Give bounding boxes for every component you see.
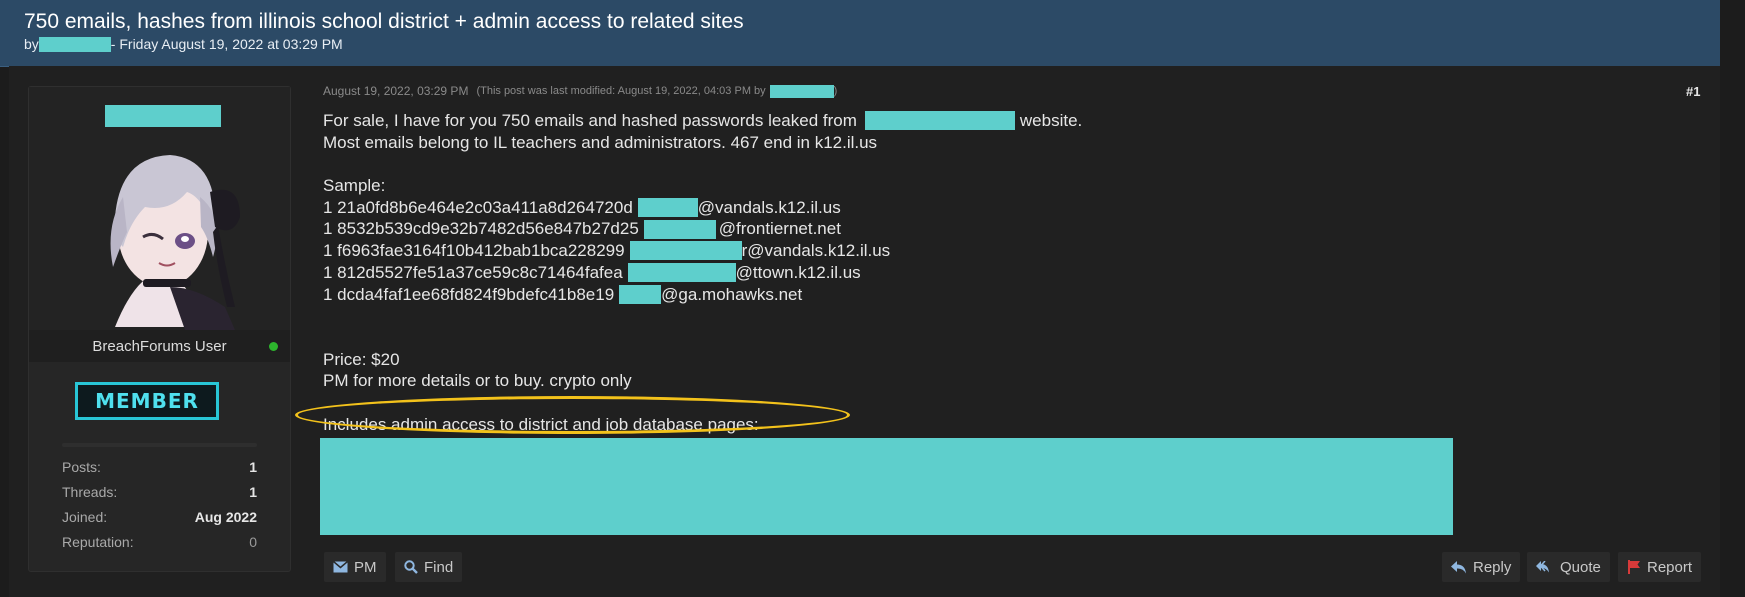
- post-modified-close: ): [833, 85, 838, 97]
- user-title: BreachForums User: [92, 337, 227, 355]
- reply-icon: [1451, 560, 1466, 573]
- post-body: For sale, I have for you 750 emails and …: [323, 110, 1423, 435]
- body-text: website.: [1019, 111, 1083, 130]
- stat-label: Joined:: [62, 509, 108, 525]
- email-redaction: [619, 284, 662, 304]
- body-text: Sample:: [323, 176, 386, 196]
- body-line: Sample:: [323, 175, 1423, 197]
- stat-posts: Posts: 1: [62, 459, 257, 484]
- modified-by-redaction: [769, 84, 834, 98]
- body-text: PM for more details or to buy. crypto on…: [323, 371, 632, 391]
- user-stats: Posts: 1 Threads: 1 Joined: Aug 2022 Rep…: [62, 459, 257, 559]
- body-line: Most emails belong to IL teachers and ad…: [323, 132, 1423, 154]
- pm-button[interactable]: PM: [324, 552, 386, 582]
- email-redaction: [637, 198, 698, 218]
- quote-button[interactable]: Quote: [1527, 552, 1610, 582]
- sample-domain: @ga.mohawks.net: [661, 284, 803, 304]
- stat-value: Aug 2022: [194, 509, 257, 525]
- stat-value[interactable]: 1: [249, 459, 257, 484]
- member-badge: MEMBER: [75, 382, 219, 420]
- email-redaction: [629, 241, 742, 261]
- stat-threads: Threads: 1: [62, 484, 257, 509]
- sample-row: 1 f6963fae3164f10b412bab1bca228299 r@van…: [323, 240, 1423, 262]
- user-panel: BreachForums User MEMBER Posts: 1 Thread…: [28, 86, 291, 572]
- sample-domain: @ttown.k12.il.us: [735, 262, 861, 282]
- search-icon: [404, 560, 418, 574]
- avatar[interactable]: [75, 137, 245, 330]
- flag-icon: [1628, 560, 1640, 574]
- reply-button[interactable]: Reply: [1442, 552, 1521, 582]
- sample-row: 1 812d5527fe51a37ce59c8c71464fafea @ttow…: [323, 262, 1423, 284]
- sample-row: 1 8532b539cd9e32b7482d56e847b27d25 @fron…: [323, 218, 1423, 240]
- highlight-ellipse: [295, 396, 850, 434]
- post-modified-note: (This post was last modified: August 19,…: [476, 85, 766, 97]
- stat-label: Threads:: [62, 484, 118, 500]
- stats-divider: [62, 443, 257, 447]
- body-line: PM for more details or to buy. crypto on…: [323, 370, 1423, 392]
- avatar-area: [29, 87, 290, 330]
- username-redaction[interactable]: [105, 105, 221, 127]
- stat-label: Posts:: [62, 459, 101, 475]
- sample-hash: 1 f6963fae3164f10b412bab1bca228299: [323, 241, 625, 261]
- report-button-label: Report: [1647, 558, 1693, 576]
- report-button[interactable]: Report: [1618, 552, 1702, 582]
- sample-domain: @vandals.k12.il.us: [697, 197, 841, 217]
- body-line: For sale, I have for you 750 emails and …: [323, 110, 1423, 132]
- stat-label: Reputation:: [62, 534, 134, 550]
- stat-value[interactable]: 0: [249, 534, 257, 559]
- stat-joined: Joined: Aug 2022: [62, 509, 257, 534]
- site-redaction: [864, 111, 1015, 131]
- sample-hash: 1 812d5527fe51a37ce59c8c71464fafea: [323, 262, 623, 282]
- sample-row: 1 dcda4faf1ee68fd824f9bdefc41b8e19 @ga.m…: [323, 284, 1423, 306]
- stat-reputation: Reputation: 0: [62, 534, 257, 559]
- thread-byline: by - Friday August 19, 2022 at 03:29 PM: [24, 36, 343, 52]
- reply-button-label: Reply: [1473, 558, 1512, 576]
- find-button-label: Find: [424, 558, 454, 576]
- body-text: For sale, I have for you 750 emails and …: [323, 111, 857, 130]
- byline-date: - Friday August 19, 2022 at 03:29 PM: [110, 36, 343, 52]
- sample-hash: 1 21a0fd8b6e464e2c03a411a8d264720d: [323, 197, 633, 217]
- thread-title: 750 emails, hashes from illinois school …: [24, 10, 744, 33]
- online-status-icon: [269, 342, 278, 351]
- sample-hash: 1 dcda4faf1ee68fd824f9bdefc41b8e19: [323, 284, 615, 304]
- byline-prefix: by: [24, 36, 39, 52]
- user-title-bar: BreachForums User: [29, 330, 290, 362]
- pm-button-label: PM: [354, 558, 377, 576]
- find-button[interactable]: Find: [395, 552, 463, 582]
- post-date: August 19, 2022, 03:29 PM: [323, 84, 469, 98]
- quote-button-label: Quote: [1560, 558, 1601, 576]
- quote-reply-icon: [1536, 560, 1549, 572]
- links-redaction: [320, 438, 1453, 535]
- sample-domain: @frontiernet.net: [718, 219, 841, 239]
- body-text: Price: $20: [323, 349, 400, 369]
- sample-row: 1 21a0fd8b6e464e2c03a411a8d264720d @vand…: [323, 197, 1423, 219]
- email-redaction: [643, 219, 716, 239]
- body-text: Most emails belong to IL teachers and ad…: [323, 132, 878, 152]
- sample-hash: 1 8532b539cd9e32b7482d56e847b27d25: [323, 219, 639, 239]
- body-line: Price: $20: [323, 349, 1423, 371]
- sample-domain: r@vandals.k12.il.us: [741, 241, 891, 261]
- thread-header: 750 emails, hashes from illinois school …: [0, 0, 1720, 67]
- post-number-link[interactable]: #1: [1686, 84, 1700, 99]
- stat-value[interactable]: 1: [249, 484, 257, 509]
- post-meta: August 19, 2022, 03:29 PM (This post was…: [323, 84, 837, 98]
- envelope-icon: [333, 561, 348, 573]
- email-redaction: [627, 263, 736, 283]
- author-redaction: [38, 36, 111, 52]
